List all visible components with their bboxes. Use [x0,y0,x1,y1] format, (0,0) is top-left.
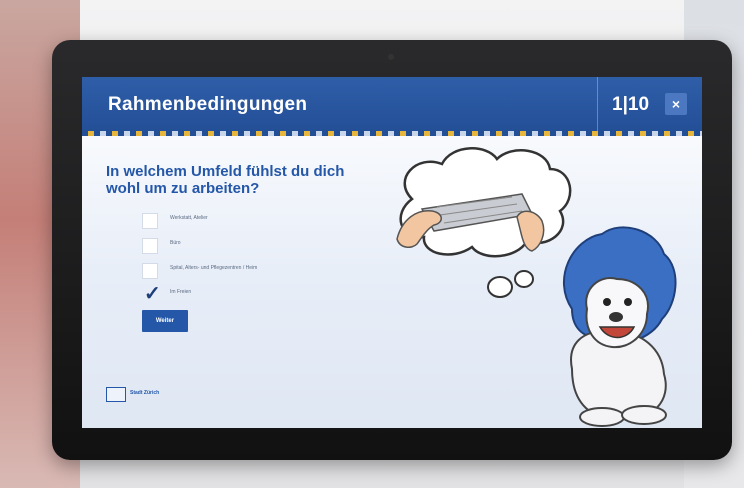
app-header: Rahmenbedingungen 1|10 × [82,77,702,131]
checkmark-icon[interactable]: ✓ [144,281,161,306]
lion-eye-left [603,298,611,306]
question-text: In welchem Umfeld fühlst du dich wohl um… [106,163,345,197]
header-divider [597,77,598,131]
lion-illustration [396,147,677,427]
option-label: Spital, Alters- und Pflegezentren / Heim [170,265,258,271]
tablet-camera [388,54,394,60]
decorative-stripe [82,131,702,136]
option-label: Im Freien [170,289,192,295]
thought-bubble-small [487,276,513,298]
checkbox[interactable] [142,238,158,254]
logo-text: Stadt Zürich [130,390,160,396]
option-im-freien[interactable]: ✓ Im Freien [142,283,372,305]
page-title: Rahmenbedingungen [108,94,308,115]
option-spital[interactable]: Spital, Alters- und Pflegezentren / Heim [142,263,372,279]
city-logo: Stadt Zürich [106,387,176,403]
option-werkstatt[interactable]: Werkstatt, Atelier [142,213,372,229]
close-button[interactable]: × [665,93,687,115]
lion-paw-left [579,407,625,427]
page-indicator: 1|10 [612,94,650,115]
logo-icon [106,387,126,402]
checkbox[interactable] [142,213,158,229]
lion-nose [609,312,623,322]
app-screen: Rahmenbedingungen 1|10 × In welchem Umfe… [82,77,702,428]
option-label: Werkstatt, Atelier [170,215,208,221]
next-button[interactable]: Weiter [142,310,188,332]
thought-bubble-tiny [514,270,534,288]
lion-paw-right [621,405,667,425]
option-buero[interactable]: Büro [142,238,372,254]
option-label: Büro [170,240,181,246]
lion-eye-right [624,298,632,306]
checkbox[interactable] [142,263,158,279]
